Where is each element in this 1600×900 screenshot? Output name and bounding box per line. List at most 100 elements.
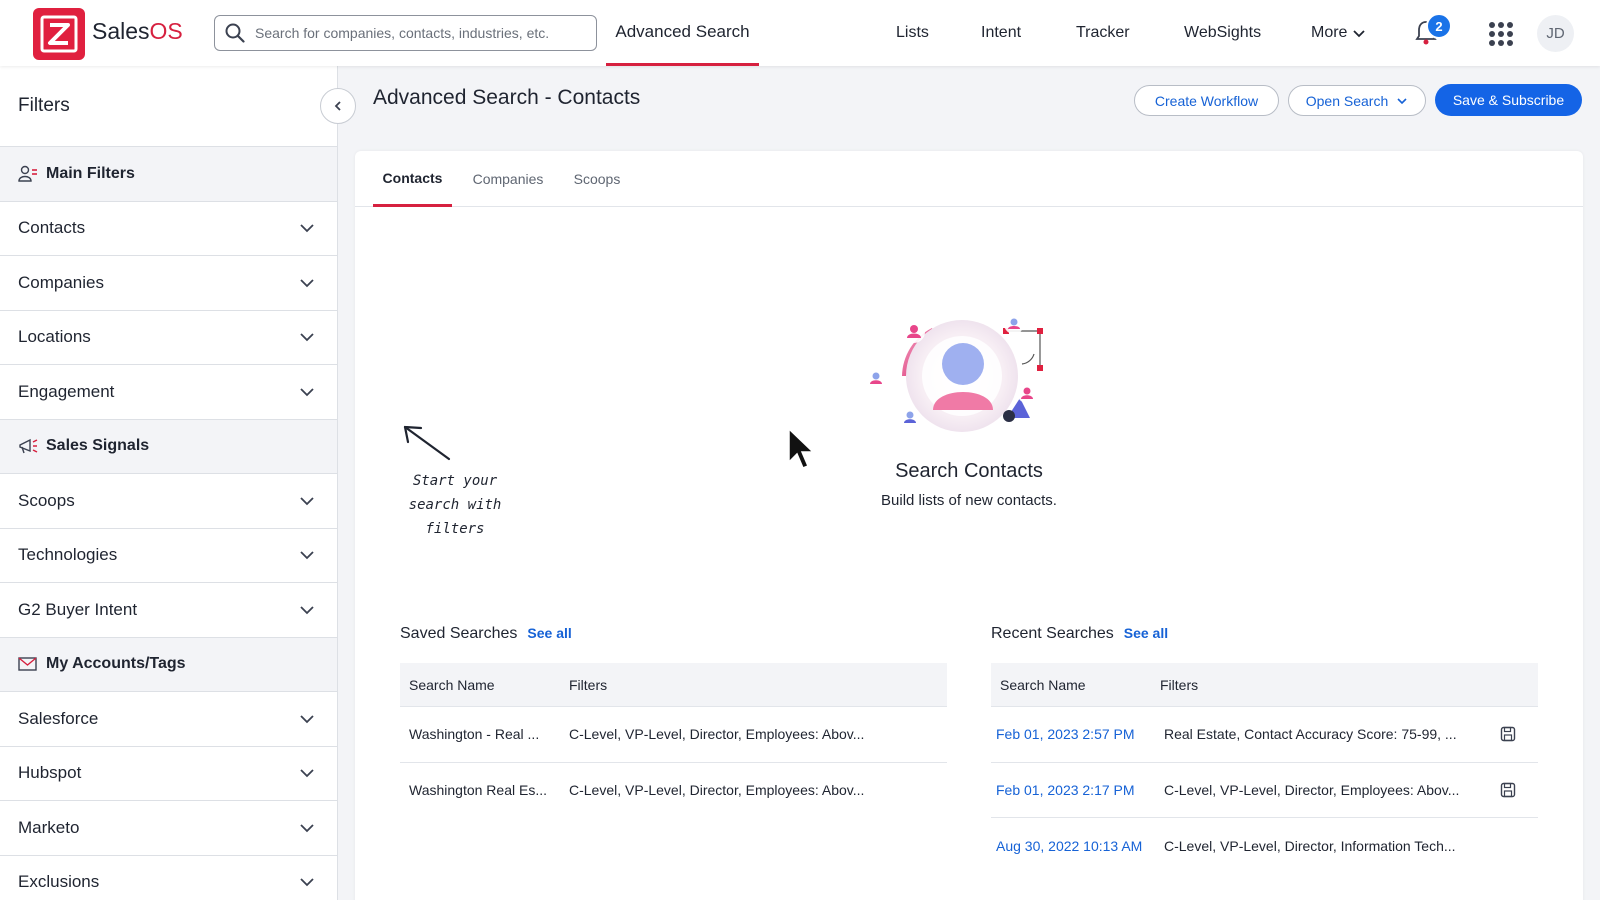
recent-searches-see-all-link[interactable]: See all: [1124, 625, 1168, 641]
filters-title: Filters: [0, 66, 337, 147]
filters-cell: C-Level, VP-Level, Director, Employees: …: [569, 782, 865, 799]
open-search-button[interactable]: Open Search: [1288, 85, 1426, 116]
sidebar-item-technologies[interactable]: Technologies: [0, 529, 337, 583]
sidebar-item-marketo[interactable]: Marketo: [0, 801, 337, 856]
sidebar-item-locations[interactable]: Locations: [0, 311, 337, 365]
sidebar-section-sales-signals: Sales Signals: [0, 419, 337, 474]
zoominfo-logo-icon[interactable]: [33, 8, 85, 60]
sidebar-item-scoops[interactable]: Scoops: [0, 474, 337, 529]
table-row[interactable]: Feb 01, 2023 2:17 PM C-Level, VP-Level, …: [991, 763, 1538, 818]
nav-tracker[interactable]: Tracker: [1076, 0, 1130, 66]
nav-advanced-search[interactable]: Advanced Search: [606, 0, 759, 66]
chevron-down-icon: [299, 275, 315, 291]
filters-cell: C-Level, VP-Level, Director, Employees: …: [1164, 781, 1460, 798]
search-icon: [225, 23, 245, 43]
sidebar-item-label: Main Filters: [46, 164, 135, 182]
filters-cell: C-Level, VP-Level, Director, Employees: …: [569, 726, 865, 743]
chevron-down-icon: [299, 820, 315, 836]
sidebar-item-label: Technologies: [18, 545, 118, 565]
brand-name[interactable]: SalesOS: [92, 18, 183, 45]
megaphone-icon: [18, 437, 46, 455]
create-workflow-button[interactable]: Create Workflow: [1134, 85, 1279, 116]
table-row[interactable]: Washington Real Es... C-Level, VP-Level,…: [400, 763, 947, 819]
nav-websights[interactable]: WebSights: [1184, 0, 1261, 66]
top-bar: SalesOS Advanced Search Lists Intent Tra…: [0, 0, 1600, 66]
user-avatar[interactable]: JD: [1537, 15, 1574, 52]
search-name-cell: Washington Real Es...: [409, 782, 547, 799]
sidebar-item-exclusions[interactable]: Exclusions: [0, 856, 337, 900]
chevron-down-icon: [299, 711, 315, 727]
table-row[interactable]: Washington - Real ... C-Level, VP-Level,…: [400, 707, 947, 763]
sidebar-item-label: Scoops: [18, 490, 75, 510]
saved-searches-see-all-link[interactable]: See all: [527, 625, 571, 641]
arrow-up-left-icon: [403, 425, 451, 461]
nav-intent[interactable]: Intent: [981, 0, 1021, 66]
nav-more[interactable]: More: [1311, 0, 1366, 66]
sidebar-section-my-accounts-tags: My Accounts/Tags: [0, 637, 337, 692]
filters-cell: Real Estate, Contact Accuracy Score: 75-…: [1164, 726, 1457, 743]
global-search-input[interactable]: [255, 25, 585, 41]
recent-searches-table: Search Name Filters Feb 01, 2023 2:57 PM…: [991, 663, 1538, 874]
save-search-icon[interactable]: [1500, 782, 1516, 798]
global-search[interactable]: [214, 15, 597, 51]
table-row[interactable]: Feb 01, 2023 2:57 PM Real Estate, Contac…: [991, 707, 1538, 763]
user-filter-icon: [18, 165, 46, 183]
filters-title-text: Filters: [18, 95, 70, 116]
sidebar-item-label: Exclusions: [18, 872, 100, 892]
table-header: Search Name Filters: [991, 663, 1538, 707]
tab-scoops[interactable]: Scoops: [569, 151, 625, 207]
filters-cell: C-Level, VP-Level, Director, Information…: [1164, 837, 1456, 854]
saved-searches-title: Saved Searches: [400, 625, 518, 642]
sidebar-item-hubspot[interactable]: Hubspot: [0, 747, 337, 801]
save-subscribe-button[interactable]: Save & Subscribe: [1435, 84, 1582, 116]
chevron-down-icon: [299, 765, 315, 781]
tab-companies[interactable]: Companies: [468, 151, 548, 207]
sidebar-item-contacts[interactable]: Contacts: [0, 202, 337, 256]
sidebar-item-label: Engagement: [18, 381, 115, 401]
nav-lists[interactable]: Lists: [896, 0, 929, 66]
sidebar-item-salesforce[interactable]: Salesforce: [0, 692, 337, 747]
filter-hint-text: Start your search with filters: [408, 473, 502, 537]
sidebar-item-label: Companies: [18, 272, 104, 292]
empty-state-subtitle: Build lists of new contacts.: [881, 492, 1057, 509]
page-title: Advanced Search - Contacts: [373, 86, 641, 109]
chevron-down-icon: [299, 384, 315, 400]
sidebar-item-engagement[interactable]: Engagement: [0, 365, 337, 420]
sidebar-item-companies[interactable]: Companies: [0, 256, 337, 311]
column-header: Filters: [569, 676, 608, 693]
search-date-link[interactable]: Feb 01, 2023 2:17 PM: [991, 782, 1164, 798]
table-header: Search Name Filters: [400, 663, 947, 707]
sidebar-item-label: Marketo: [18, 817, 80, 837]
tag-mail-icon: [18, 655, 46, 673]
chevron-down-icon: [299, 493, 315, 509]
column-header: Search Name: [409, 676, 495, 693]
save-search-icon[interactable]: [1500, 726, 1516, 742]
search-date-link[interactable]: Feb 01, 2023 2:57 PM: [991, 726, 1164, 742]
chevron-down-icon: [1397, 97, 1407, 104]
sidebar-item-g2-buyer-intent[interactable]: G2 Buyer Intent: [0, 583, 337, 638]
saved-searches-header: Saved Searches See all: [400, 625, 572, 643]
apps-grid-icon[interactable]: [1489, 22, 1513, 46]
filters-sidebar: Filters Main Filters Contacts Companies Loc…: [0, 66, 338, 900]
tab-contacts[interactable]: Contacts: [373, 151, 452, 207]
nav-more-label: More: [1311, 24, 1348, 41]
open-search-label: Open Search: [1305, 92, 1389, 109]
contacts-illustration: [866, 314, 1043, 432]
search-name-cell: Washington - Real ...: [409, 726, 540, 743]
column-header: Search Name: [1000, 676, 1086, 693]
sidebar-section-main-filters: Main Filters: [0, 147, 337, 202]
notification-badge[interactable]: 2: [1426, 13, 1452, 39]
chevron-down-icon: [299, 874, 315, 890]
search-tabs: Contacts Companies Scoops: [355, 151, 1583, 207]
sidebar-item-label: Locations: [18, 327, 91, 347]
sidebar-item-label: Salesforce: [18, 708, 99, 728]
empty-state-title: Search Contacts: [895, 460, 1043, 482]
chevron-down-icon: [299, 220, 315, 236]
sidebar-item-label: Sales Signals: [46, 437, 150, 455]
table-row[interactable]: Aug 30, 2022 10:13 AM C-Level, VP-Level,…: [991, 818, 1538, 874]
sidebar-item-label: Hubspot: [18, 763, 82, 783]
sidebar-item-label: Contacts: [18, 218, 86, 238]
search-date-link[interactable]: Aug 30, 2022 10:13 AM: [991, 838, 1164, 854]
collapse-sidebar-button[interactable]: [320, 88, 356, 124]
chevron-down-icon: [299, 602, 315, 618]
